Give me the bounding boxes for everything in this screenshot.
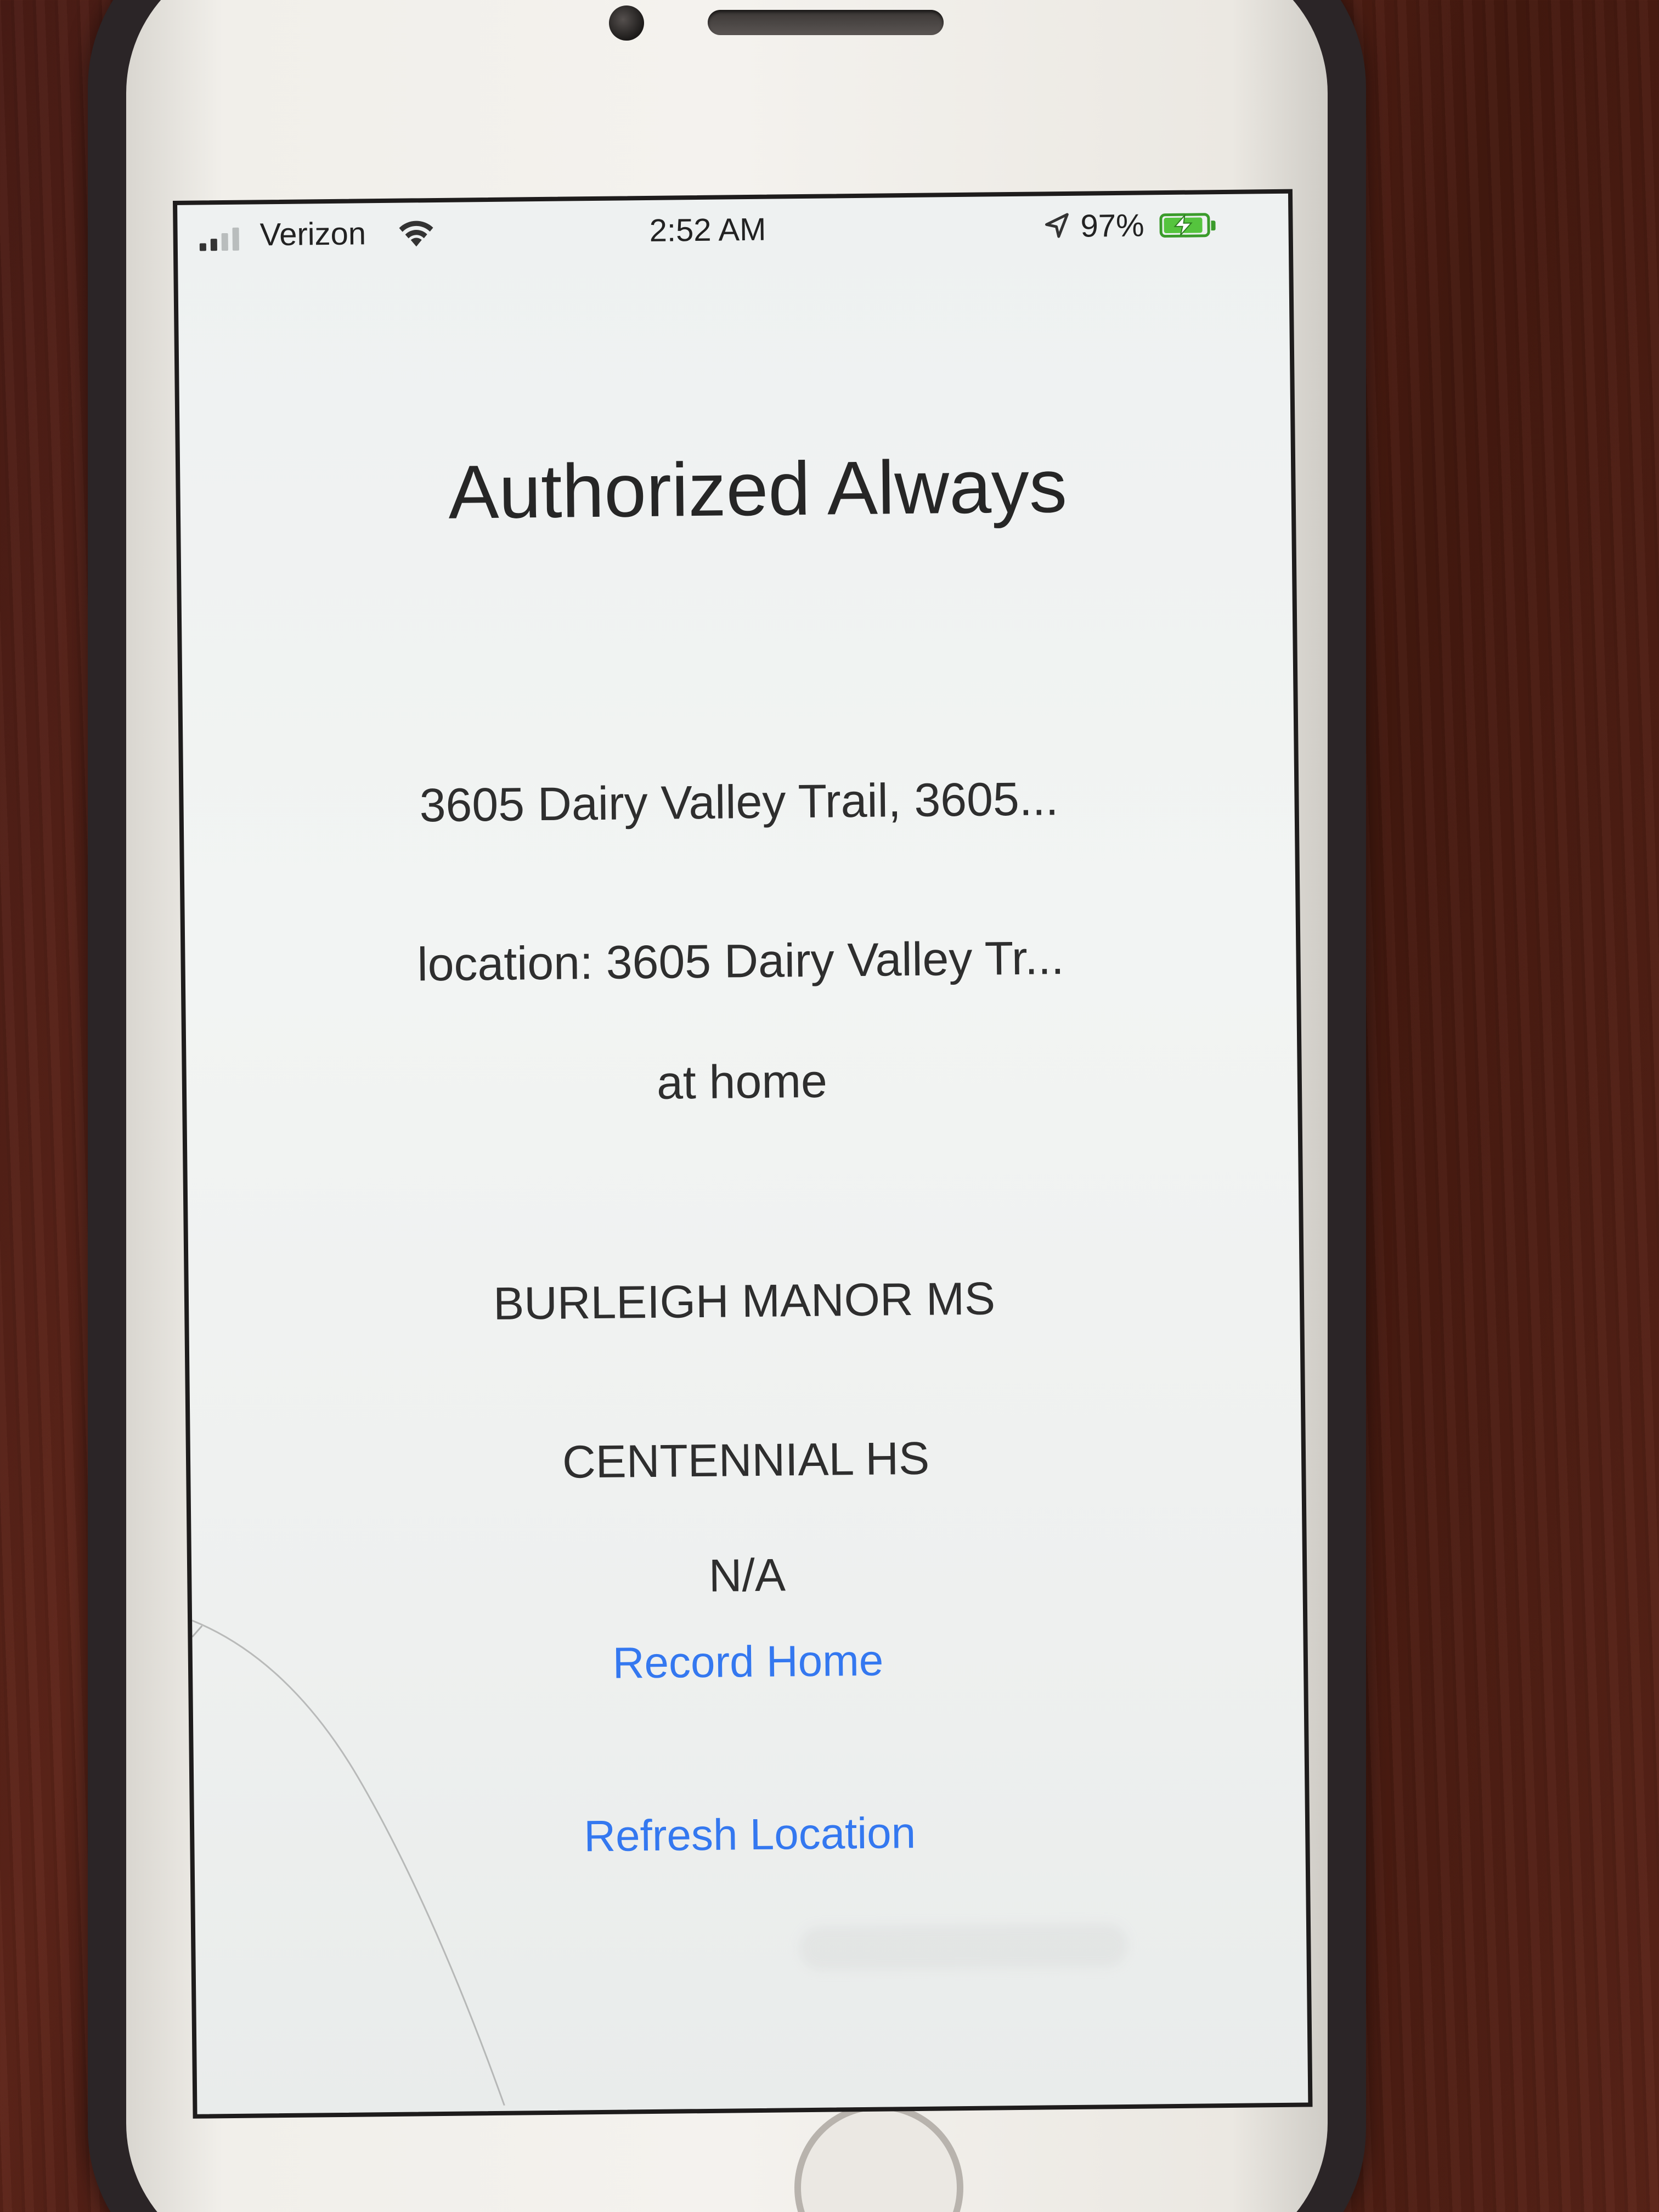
extra-info-label: N/A — [708, 1549, 786, 1601]
earpiece-speaker — [708, 10, 944, 35]
location-label: location: 3605 Dairy Valley Tr... — [417, 932, 1065, 991]
middle-school-label: BURLEIGH MANOR MS — [493, 1272, 996, 1329]
front-camera — [609, 5, 644, 41]
screen-glare — [799, 1923, 1128, 1971]
home-status-label: at home — [656, 1054, 828, 1109]
high-school-label: CENTENNIAL HS — [562, 1432, 930, 1488]
address-label: 3605 Dairy Valley Trail, 3605... — [419, 772, 1059, 832]
phone-screen: Verizon 2:52 AM 97% Authorized Always 36… — [173, 189, 1313, 2119]
screen-crack — [191, 1620, 505, 2106]
authorization-title: Authorized Always — [448, 443, 1068, 535]
home-button[interactable] — [794, 2103, 963, 2212]
